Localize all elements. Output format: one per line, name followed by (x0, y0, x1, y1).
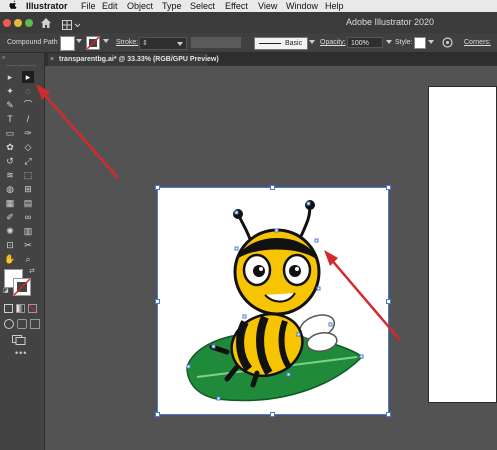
annotation-arrow (329, 257, 401, 341)
annotation-arrows (36, 84, 401, 341)
annotation-arrow (41, 91, 119, 179)
